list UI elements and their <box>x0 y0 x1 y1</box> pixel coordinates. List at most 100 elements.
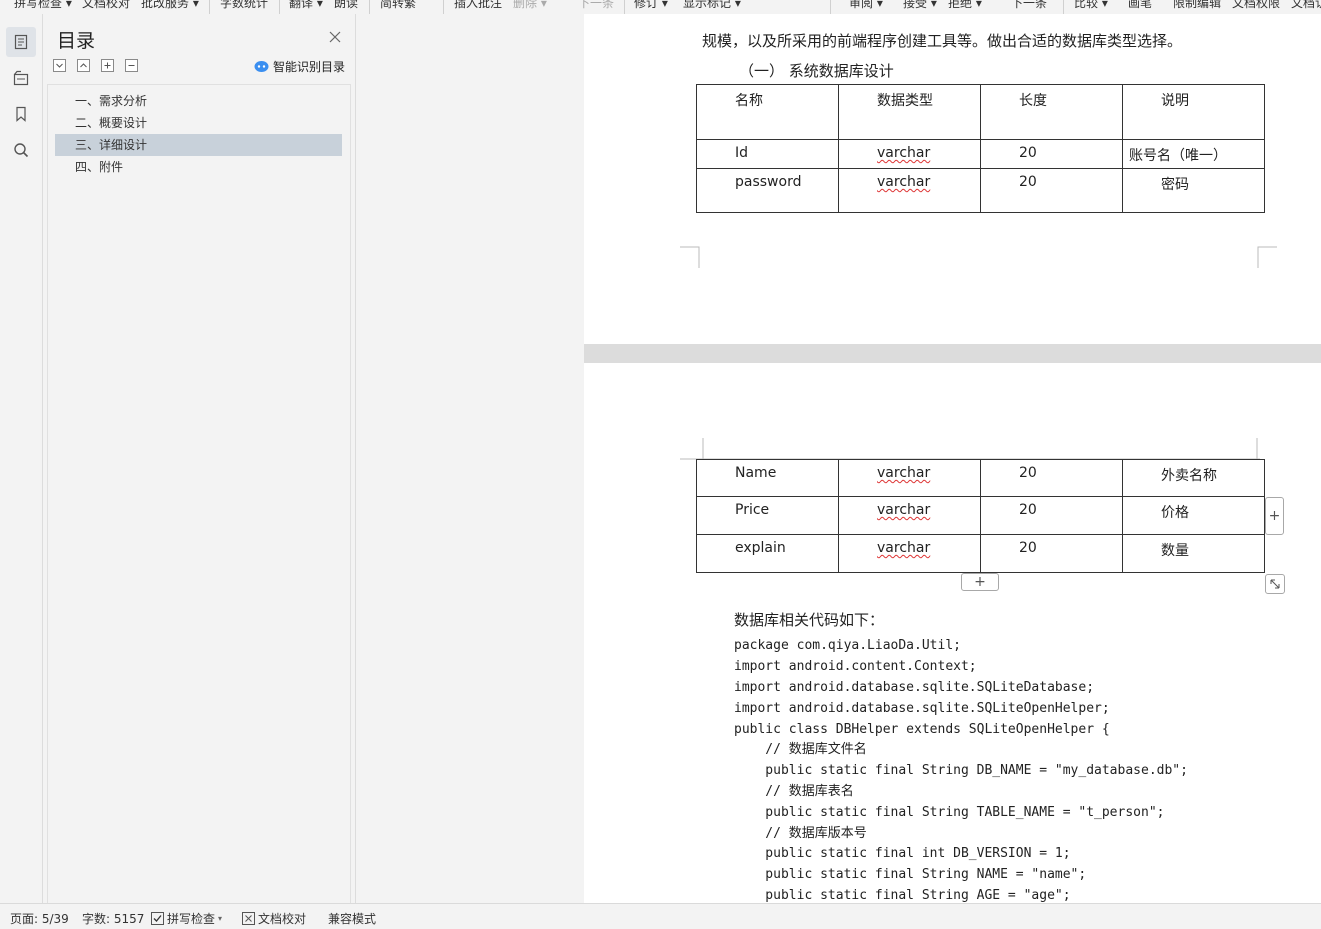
search-icon <box>14 143 29 158</box>
sections-icon <box>13 70 29 86</box>
header-desc: 说明 <box>1161 93 1189 109</box>
accept-button[interactable]: 接受 ▾ <box>903 0 937 11</box>
cell: 20 <box>1019 502 1037 518</box>
expand-all-button[interactable] <box>101 59 114 72</box>
margin-corner-mark <box>1257 246 1277 268</box>
spell-check-button[interactable]: 拼写检查 ▾ <box>14 0 72 11</box>
next-comment-button[interactable]: 下一条 <box>578 0 614 11</box>
code-line: public static final String NAME = "name"… <box>734 867 1087 882</box>
review-service-button[interactable]: 批改服务 ▾ <box>141 0 199 11</box>
table-row: password varchar 20 密码 <box>696 168 1265 213</box>
document-list-icon <box>14 34 28 50</box>
doc-proof-button[interactable]: 文档校对 <box>82 0 130 11</box>
cell: 20 <box>1019 145 1037 161</box>
plus-icon: + <box>1268 508 1281 524</box>
add-column-button[interactable]: + <box>1265 497 1284 535</box>
code-line: public static final String TABLE_NAME = … <box>734 805 1165 820</box>
doc-cert-button[interactable]: 文档认 <box>1291 0 1321 11</box>
code-line: import android.content.Context; <box>734 659 977 674</box>
code-line: public static final String AGE = "age"; <box>734 888 1071 903</box>
collapse-all-button[interactable] <box>125 59 138 72</box>
status-bar: 页面: 5/39 字数: 5157 拼写检查 ▾ 文档校对 兼容模式 <box>0 903 1321 929</box>
sections-pane-button[interactable] <box>6 63 36 93</box>
minus-icon <box>128 65 135 66</box>
cell: 数量 <box>1161 543 1189 559</box>
table-row: Price varchar 20 价格 <box>696 496 1265 535</box>
smart-toc-label: 智能识别目录 <box>273 60 346 74</box>
toc-item-requirements[interactable]: 一、需求分析 <box>55 90 342 112</box>
margin-corner-mark <box>680 246 700 268</box>
close-icon[interactable] <box>328 30 342 44</box>
toc-item-overview-design[interactable]: 二、概要设计 <box>55 112 342 134</box>
header-margin-mark <box>680 438 1260 460</box>
cell: explain <box>735 540 786 556</box>
expand-down-button[interactable] <box>53 59 66 72</box>
cell: 20 <box>1019 174 1037 190</box>
bookmark-pane-button[interactable] <box>6 99 36 129</box>
add-row-button[interactable]: + <box>961 573 999 591</box>
chevron-down-icon <box>56 63 63 68</box>
db-table-2: Name varchar 20 外卖名称 Price varchar 20 价格… <box>696 459 1265 573</box>
plus-icon <box>104 62 111 69</box>
cell: varchar <box>877 540 931 556</box>
compare-button[interactable]: 比较 ▾ <box>1074 0 1108 11</box>
cell: 外卖名称 <box>1161 468 1217 484</box>
show-markup-button[interactable]: 显示标记 ▾ <box>683 0 741 11</box>
side-rail <box>0 14 43 903</box>
translate-button[interactable]: 翻译 ▾ <box>289 0 323 11</box>
page-indicator[interactable]: 页面: 5/39 <box>10 910 69 927</box>
toc-item-detailed-design[interactable]: 三、详细设计 <box>55 134 342 156</box>
chevron-down-icon: ▾ <box>218 914 223 923</box>
track-changes-button[interactable]: 修订 ▾ <box>634 0 668 11</box>
collapse-up-button[interactable] <box>77 59 90 72</box>
code-line: // 数据库版本号 <box>734 826 867 841</box>
reject-button[interactable]: 拒绝 ▾ <box>948 0 982 11</box>
cell: 20 <box>1019 540 1037 556</box>
next-change-button[interactable]: 下一条 <box>1011 0 1047 11</box>
word-count-button[interactable]: 字数统计 <box>220 0 268 11</box>
cell: 价格 <box>1161 505 1189 521</box>
cell: Price <box>735 502 770 518</box>
body-paragraph: 规模，以及所采用的前端程序创建工具等。做出合适的数据库类型选择。 <box>702 32 1183 50</box>
doc-proof-label: 文档校对 <box>258 912 307 926</box>
page-separator <box>584 344 1321 363</box>
cell: varchar <box>877 174 931 190</box>
checkbox-check-icon <box>151 912 164 925</box>
insert-comment-button[interactable]: 插入批注 <box>454 0 502 11</box>
restrict-edit-button[interactable]: 限制编辑 <box>1173 0 1221 11</box>
read-aloud-button[interactable]: 朗读 <box>334 0 358 11</box>
resize-table-button[interactable] <box>1265 574 1285 594</box>
doc-permission-button[interactable]: 文档权限 <box>1232 0 1280 11</box>
simp-trad-button[interactable]: 简转繁 <box>380 0 416 11</box>
section-heading: （一） 系统数据库设计 <box>739 62 894 80</box>
bookmark-icon <box>16 106 26 122</box>
spell-check-toggle[interactable]: 拼写检查 ▾ <box>151 910 222 927</box>
doc-proof-toggle[interactable]: 文档校对 <box>242 910 306 927</box>
code-line: public static final int DB_VERSION = 1; <box>734 846 1071 861</box>
code-line: import android.database.sqlite.SQLiteOpe… <box>734 701 1110 716</box>
word-count[interactable]: 字数: 5157 <box>82 910 144 927</box>
code-line: import android.database.sqlite.SQLiteDat… <box>734 680 1095 695</box>
header-name: 名称 <box>735 93 763 109</box>
document-canvas: 规模，以及所采用的前端程序创建工具等。做出合适的数据库类型选择。 （一） 系统数… <box>356 14 1321 903</box>
cell: 密码 <box>1161 177 1189 193</box>
toc-pane-button[interactable] <box>6 27 36 57</box>
header-type: 数据类型 <box>877 93 933 109</box>
toc-item-appendix[interactable]: 四、附件 <box>55 156 342 178</box>
cell: Id <box>735 145 749 161</box>
cell: varchar <box>877 145 931 161</box>
toc-list: 一、需求分析 二、概要设计 三、详细设计 四、附件 <box>47 84 351 904</box>
resize-icon <box>1270 579 1280 589</box>
table-row: Id varchar 20 账号名（唯一） <box>696 139 1265 169</box>
proof-icon <box>242 912 255 925</box>
code-intro: 数据库相关代码如下： <box>734 611 885 629</box>
header-length: 长度 <box>1019 93 1047 109</box>
cell: Name <box>735 465 777 481</box>
pen-button[interactable]: 画笔 <box>1128 0 1152 11</box>
cell: password <box>735 174 802 190</box>
smart-toc-button[interactable]: 智能识别目录 <box>254 58 345 75</box>
search-pane-button[interactable] <box>6 135 36 165</box>
review-button[interactable]: 审阅 ▾ <box>849 0 883 11</box>
delete-comment-button[interactable]: 删除 ▾ <box>513 0 547 11</box>
code-line: package com.qiya.LiaoDa.Util; <box>734 638 961 653</box>
